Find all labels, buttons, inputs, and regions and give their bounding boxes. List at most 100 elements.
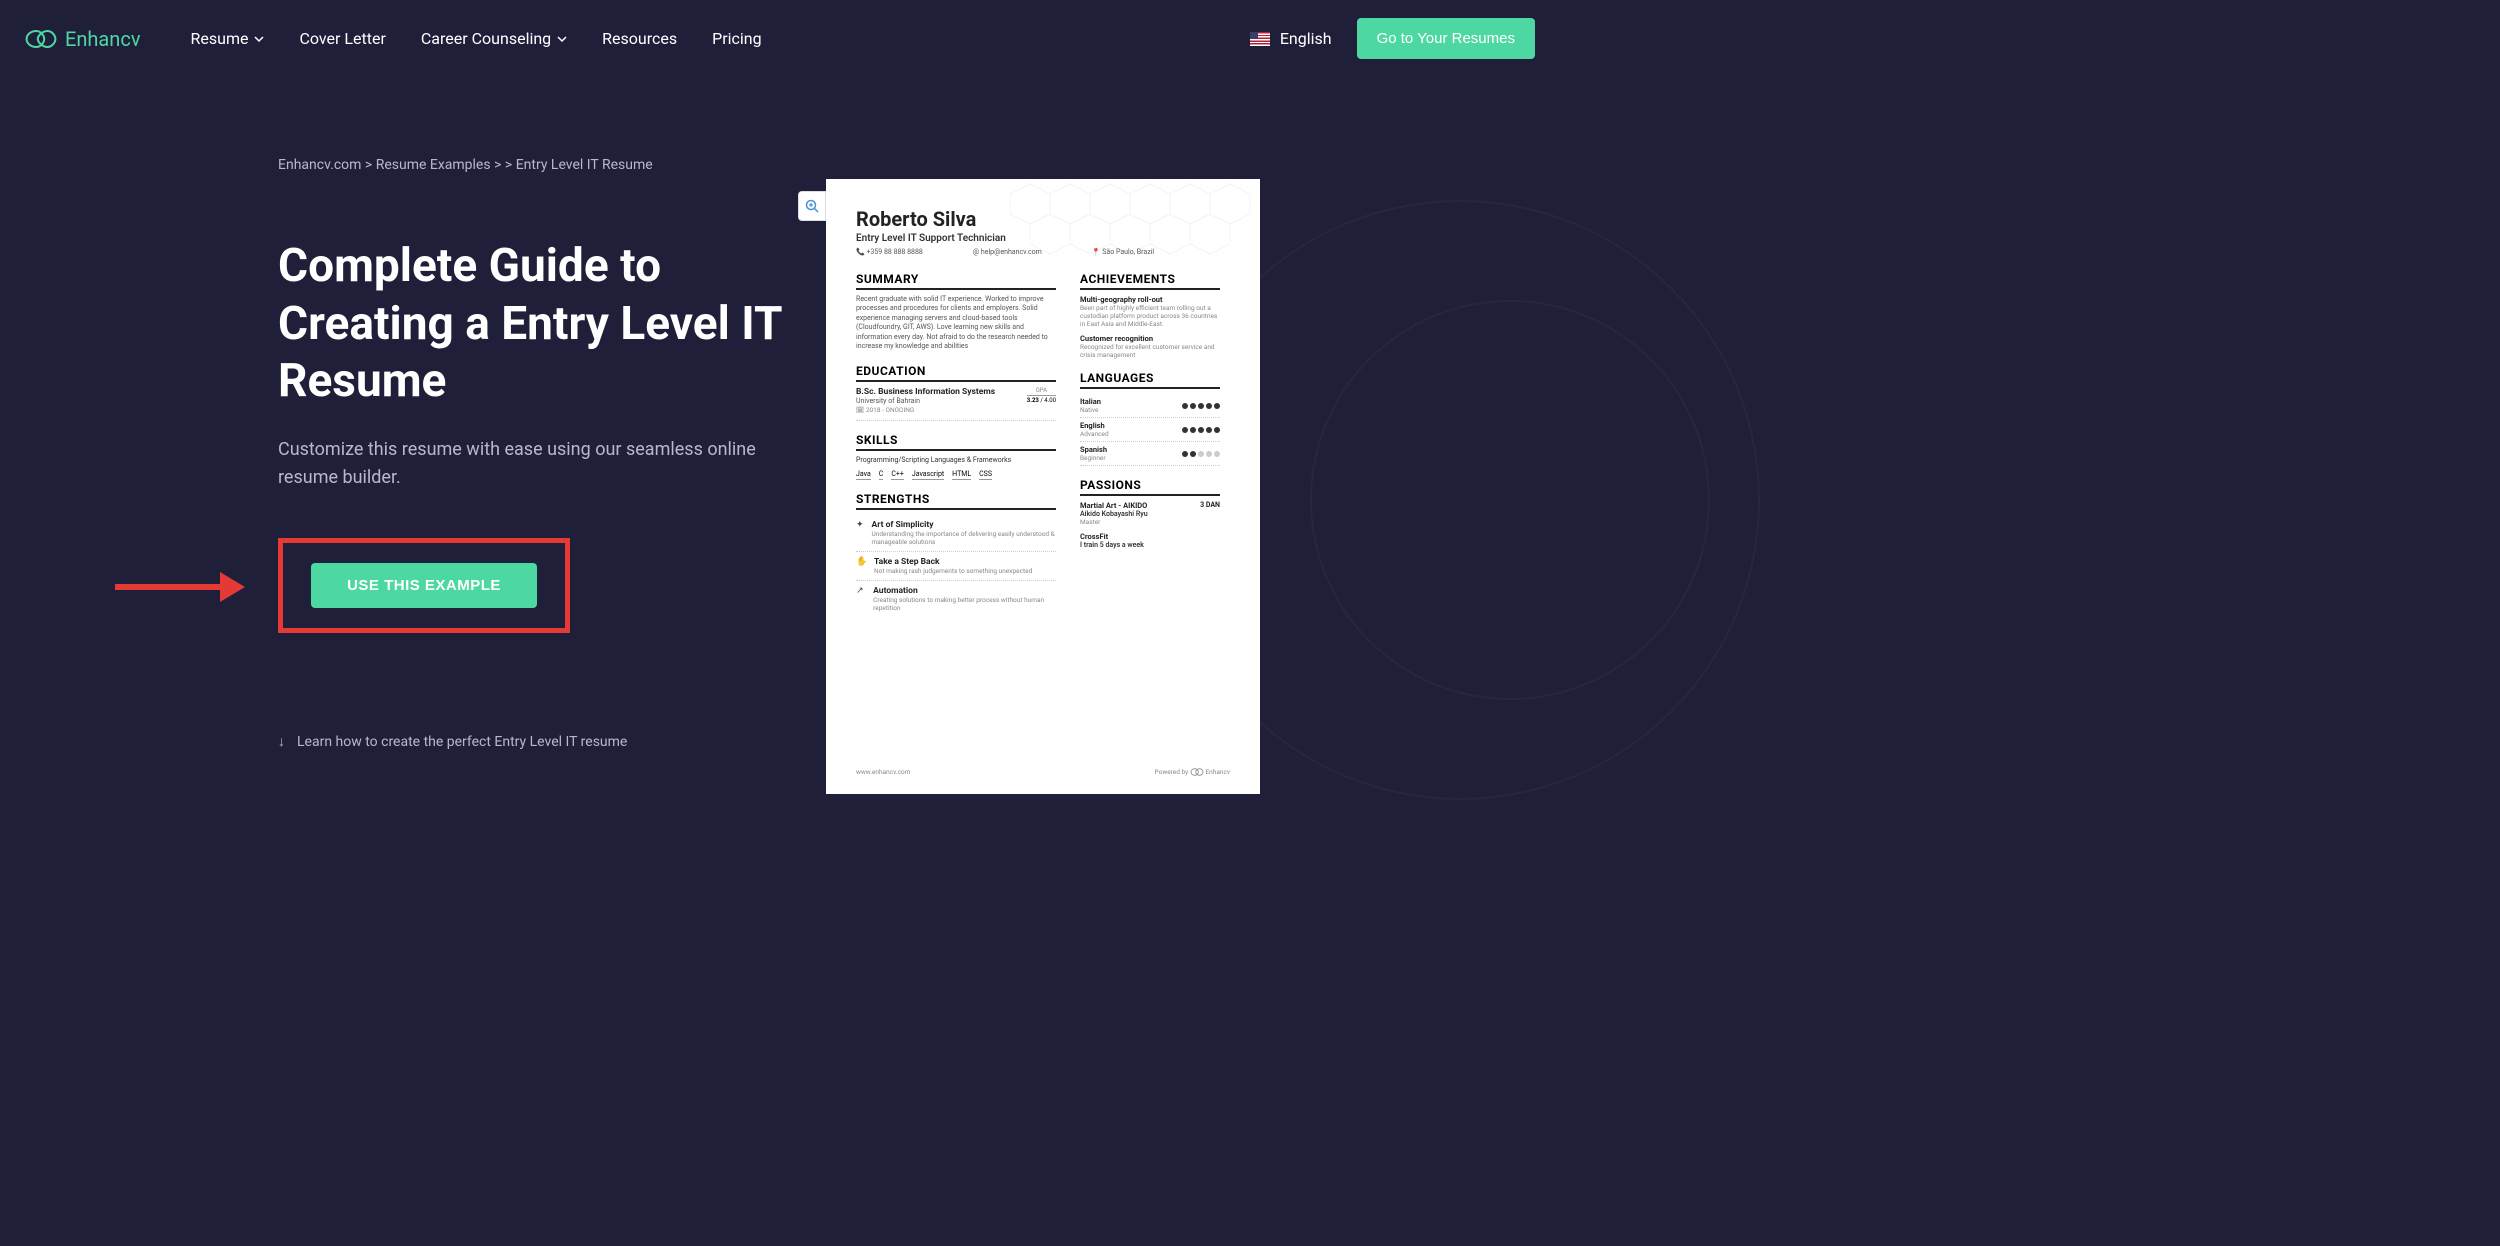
proficiency-dot	[1214, 403, 1220, 409]
strength-icon: ✋	[856, 557, 866, 575]
gpa-max: 4.00	[1044, 397, 1056, 404]
header-right: English Go to Your Resumes	[1250, 18, 1535, 59]
passion-sub: Aikido Kobayashi Ryu	[1080, 510, 1220, 518]
language-row: English Advanced	[1080, 418, 1220, 442]
chevron-down-icon	[557, 36, 567, 42]
breadcrumb-examples[interactable]: Resume Examples	[376, 157, 491, 173]
proficiency-dot	[1190, 403, 1196, 409]
skill-tag: Javascript	[912, 470, 944, 480]
passion-item: CrossFit I train 5 days a week	[1080, 532, 1220, 549]
hero-left: Enhancv.com > Resume Examples > > Entry …	[278, 157, 808, 750]
strength-title: Automation	[873, 586, 1056, 596]
achievement-title: Multi-geography roll-out	[1080, 295, 1220, 304]
breadcrumb-home[interactable]: Enhancv.com	[278, 157, 361, 173]
proficiency-dot	[1206, 403, 1212, 409]
nav-career-label: Career Counseling	[421, 29, 551, 48]
zoom-in-icon	[805, 199, 819, 213]
proficiency-dot	[1190, 427, 1196, 433]
breadcrumb-sep: >	[505, 157, 512, 173]
strengths-title: STRENGTHS	[856, 492, 1056, 510]
proficiency-dots	[1182, 451, 1220, 457]
strength-title: Take a Step Back	[874, 557, 1032, 567]
gpa-value: 3.23	[1027, 397, 1039, 404]
passion-sub: I train 5 days a week	[1080, 541, 1220, 549]
nav-pricing[interactable]: Pricing	[712, 29, 762, 48]
passion-title: CrossFit	[1080, 532, 1108, 541]
language-selector[interactable]: English	[1250, 29, 1332, 48]
education-degree: B.Sc. Business Information Systems	[856, 387, 995, 397]
nav-resources[interactable]: Resources	[602, 29, 677, 48]
achievement-item: Multi-geography roll-out Been part of hi…	[1080, 295, 1220, 328]
languages-title: LANGUAGES	[1080, 371, 1220, 389]
language-label: English	[1280, 29, 1332, 48]
achievement-item: Customer recognition Recognized for exce…	[1080, 334, 1220, 359]
page-title: Complete Guide to Creating a Entry Level…	[278, 238, 808, 411]
nav-resume[interactable]: Resume	[191, 29, 265, 48]
language-level: Beginner	[1080, 454, 1107, 462]
passion-title: Martial Art - AIKIDO	[1080, 501, 1147, 510]
resume-phone: +359 88 888 8888	[866, 248, 922, 256]
main-content: Enhancv.com > Resume Examples > > Entry …	[0, 77, 1560, 750]
resume-footer-powered: Powered by	[1155, 768, 1189, 776]
header: Enhancv Resume Cover Letter Career Couns…	[0, 0, 1560, 77]
proficiency-dots	[1182, 403, 1220, 409]
strength-desc: Not making rash judgements to something …	[874, 567, 1032, 575]
breadcrumb-sep: >	[494, 157, 501, 173]
strength-icon: ↗	[856, 586, 865, 612]
nav-resources-label: Resources	[602, 29, 677, 48]
education-dates: 2018 - ONGOING	[866, 406, 914, 414]
arrow-down-icon: ↓	[278, 733, 285, 750]
achievement-desc: Recognized for excellent customer servic…	[1080, 343, 1220, 359]
language-name: English	[1080, 421, 1109, 430]
logo[interactable]: Enhancv	[25, 27, 141, 51]
proficiency-dot	[1214, 451, 1220, 457]
nav-cover-letter[interactable]: Cover Letter	[299, 29, 385, 48]
summary-text: Recent graduate with solid IT experience…	[856, 295, 1056, 352]
resume-footer-brand: Enhancv	[1205, 768, 1230, 776]
language-name: Italian	[1080, 397, 1101, 406]
breadcrumb: Enhancv.com > Resume Examples > > Entry …	[278, 157, 808, 173]
proficiency-dot	[1214, 427, 1220, 433]
learn-more-link[interactable]: ↓ Learn how to create the perfect Entry …	[278, 733, 808, 750]
page-subtitle: Customize this resume with ease using ou…	[278, 436, 758, 494]
language-name: Spanish	[1080, 445, 1107, 454]
education-title: EDUCATION	[856, 364, 1056, 382]
annotation-arrow-icon	[115, 567, 245, 607]
gpa-label: GPA	[1027, 387, 1056, 396]
resume-contacts: 📞 +359 88 888 8888 @ help@enhancv.com 📍 …	[856, 248, 1230, 256]
use-this-example-button[interactable]: USE THIS EXAMPLE	[311, 563, 537, 608]
passion-level: Master	[1080, 518, 1220, 526]
zoom-in-button[interactable]	[798, 191, 826, 221]
skill-tag: C	[879, 470, 884, 480]
summary-title: SUMMARY	[856, 272, 1056, 290]
proficiency-dot	[1190, 451, 1196, 457]
language-row: Spanish Beginner	[1080, 442, 1220, 466]
resume-name: Roberto Silva	[856, 207, 1230, 231]
proficiency-dots	[1182, 427, 1220, 433]
logo-icon	[1190, 768, 1204, 776]
skill-tag: CSS	[979, 470, 992, 480]
logo-icon	[25, 29, 57, 49]
strength-icon: ✦	[856, 520, 864, 546]
go-to-resumes-button[interactable]: Go to Your Resumes	[1357, 18, 1535, 59]
main-nav: Resume Cover Letter Career Counseling Re…	[191, 29, 762, 48]
strength-title: Art of Simplicity	[872, 520, 1056, 530]
proficiency-dot	[1198, 451, 1204, 457]
resume-preview: Roberto Silva Entry Level IT Support Tec…	[826, 179, 1260, 794]
resume-location: São Paulo, Brazil	[1102, 248, 1154, 256]
strength-desc: Creating solutions to making better proc…	[873, 596, 1056, 612]
strength-item: ✋ Take a Step Back Not making rash judge…	[856, 552, 1056, 581]
skill-tag: Java	[856, 470, 871, 480]
strength-desc: Understanding the importance of deliveri…	[872, 530, 1056, 546]
proficiency-dot	[1182, 403, 1188, 409]
proficiency-dot	[1206, 451, 1212, 457]
proficiency-dot	[1182, 451, 1188, 457]
proficiency-dot	[1182, 427, 1188, 433]
achievement-title: Customer recognition	[1080, 334, 1220, 343]
skills-title: SKILLS	[856, 433, 1056, 451]
nav-career-counseling[interactable]: Career Counseling	[421, 29, 567, 48]
passion-item: Martial Art - AIKIDO 3 DAN Aikido Kobaya…	[1080, 501, 1220, 526]
breadcrumb-current: Entry Level IT Resume	[516, 157, 653, 173]
learn-more-label: Learn how to create the perfect Entry Le…	[297, 734, 627, 750]
resume-footer-url: www.enhancv.com	[856, 768, 910, 776]
